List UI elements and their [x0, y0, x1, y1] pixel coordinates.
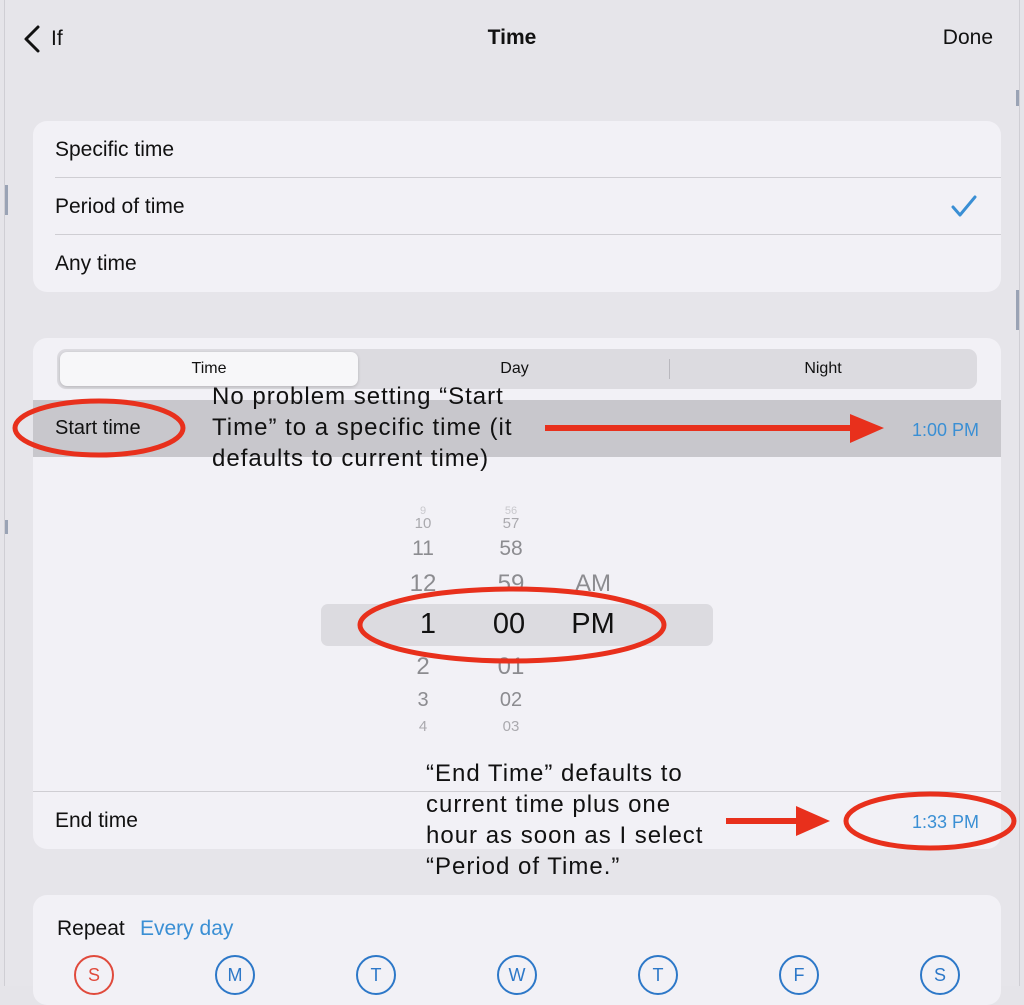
- annotation-line: defaults to current time): [212, 445, 490, 472]
- picker-minute[interactable]: 01: [481, 653, 541, 681]
- picker-hour[interactable]: 11: [401, 537, 445, 561]
- repeat-label: Repeat: [57, 917, 125, 940]
- option-label: Period of time: [55, 194, 185, 218]
- repeat-card: Repeat Every day S M T W T F S: [33, 895, 1001, 1005]
- option-any-time[interactable]: Any time: [33, 235, 1001, 292]
- picker-minute[interactable]: 57: [489, 515, 533, 532]
- option-label: Specific time: [55, 137, 175, 161]
- option-label: Any time: [55, 251, 137, 275]
- start-time-value[interactable]: 1:00 PM: [912, 420, 979, 441]
- day-friday[interactable]: F: [779, 955, 819, 995]
- picker-period-selected[interactable]: PM: [557, 608, 629, 641]
- day-wednesday[interactable]: W: [497, 955, 537, 995]
- picker-minute[interactable]: 02: [485, 689, 537, 712]
- annotation-line: “End Time” defaults to: [426, 760, 683, 787]
- checkmark-icon: [951, 195, 977, 217]
- right-edge-mark: [1016, 290, 1019, 330]
- option-period-of-time[interactable]: Period of time: [33, 178, 1001, 235]
- annotation-line: “Period of Time.”: [426, 853, 621, 880]
- annotation-line: No problem setting “Start: [212, 383, 504, 410]
- end-annotation: “End Time” defaults to current time plus…: [426, 758, 703, 882]
- day-monday[interactable]: M: [215, 955, 255, 995]
- picker-hour[interactable]: 2: [403, 653, 443, 681]
- end-time-value[interactable]: 1:33 PM: [912, 812, 979, 833]
- picker-minute[interactable]: 59: [481, 570, 541, 598]
- picker-hour-selected[interactable]: 1: [408, 608, 448, 641]
- right-edge-mark: [1016, 90, 1019, 106]
- left-edge-mark: [5, 185, 8, 215]
- start-annotation: No problem setting “Start Time” to a spe…: [212, 381, 513, 474]
- picker-hour[interactable]: 4: [403, 718, 443, 735]
- repeat-value[interactable]: Every day: [140, 917, 233, 941]
- option-specific-time[interactable]: Specific time: [33, 121, 1001, 178]
- picker-minute[interactable]: 03: [489, 718, 533, 735]
- left-edge-mark: [5, 520, 8, 534]
- annotation-line: hour as soon as I select: [426, 822, 704, 849]
- day-sunday[interactable]: S: [74, 955, 114, 995]
- start-time-label: Start time: [55, 417, 141, 439]
- segment-night[interactable]: Night: [670, 349, 976, 389]
- day-saturday[interactable]: S: [920, 955, 960, 995]
- annotation-line: Time” to a specific time (it: [212, 414, 513, 441]
- page-title: Time: [487, 26, 537, 49]
- day-thursday[interactable]: T: [638, 955, 678, 995]
- done-button[interactable]: Done: [943, 26, 993, 50]
- start-time-row[interactable]: Start time 1:00 PM: [33, 400, 1001, 457]
- day-tuesday[interactable]: T: [356, 955, 396, 995]
- time-mode-card: Specific time Period of time Any time: [33, 121, 1001, 292]
- picker-period[interactable]: AM: [557, 570, 629, 598]
- picker-hour[interactable]: 10: [403, 515, 443, 532]
- picker-minute[interactable]: 58: [485, 537, 537, 561]
- picker-hour[interactable]: 12: [399, 570, 447, 598]
- annotation-line: current time plus one: [426, 791, 672, 818]
- picker-minute-selected[interactable]: 00: [479, 608, 539, 641]
- end-time-label: End time: [55, 808, 138, 832]
- picker-hour[interactable]: 3: [403, 689, 443, 712]
- segmented-control: Time Day Night: [57, 349, 977, 389]
